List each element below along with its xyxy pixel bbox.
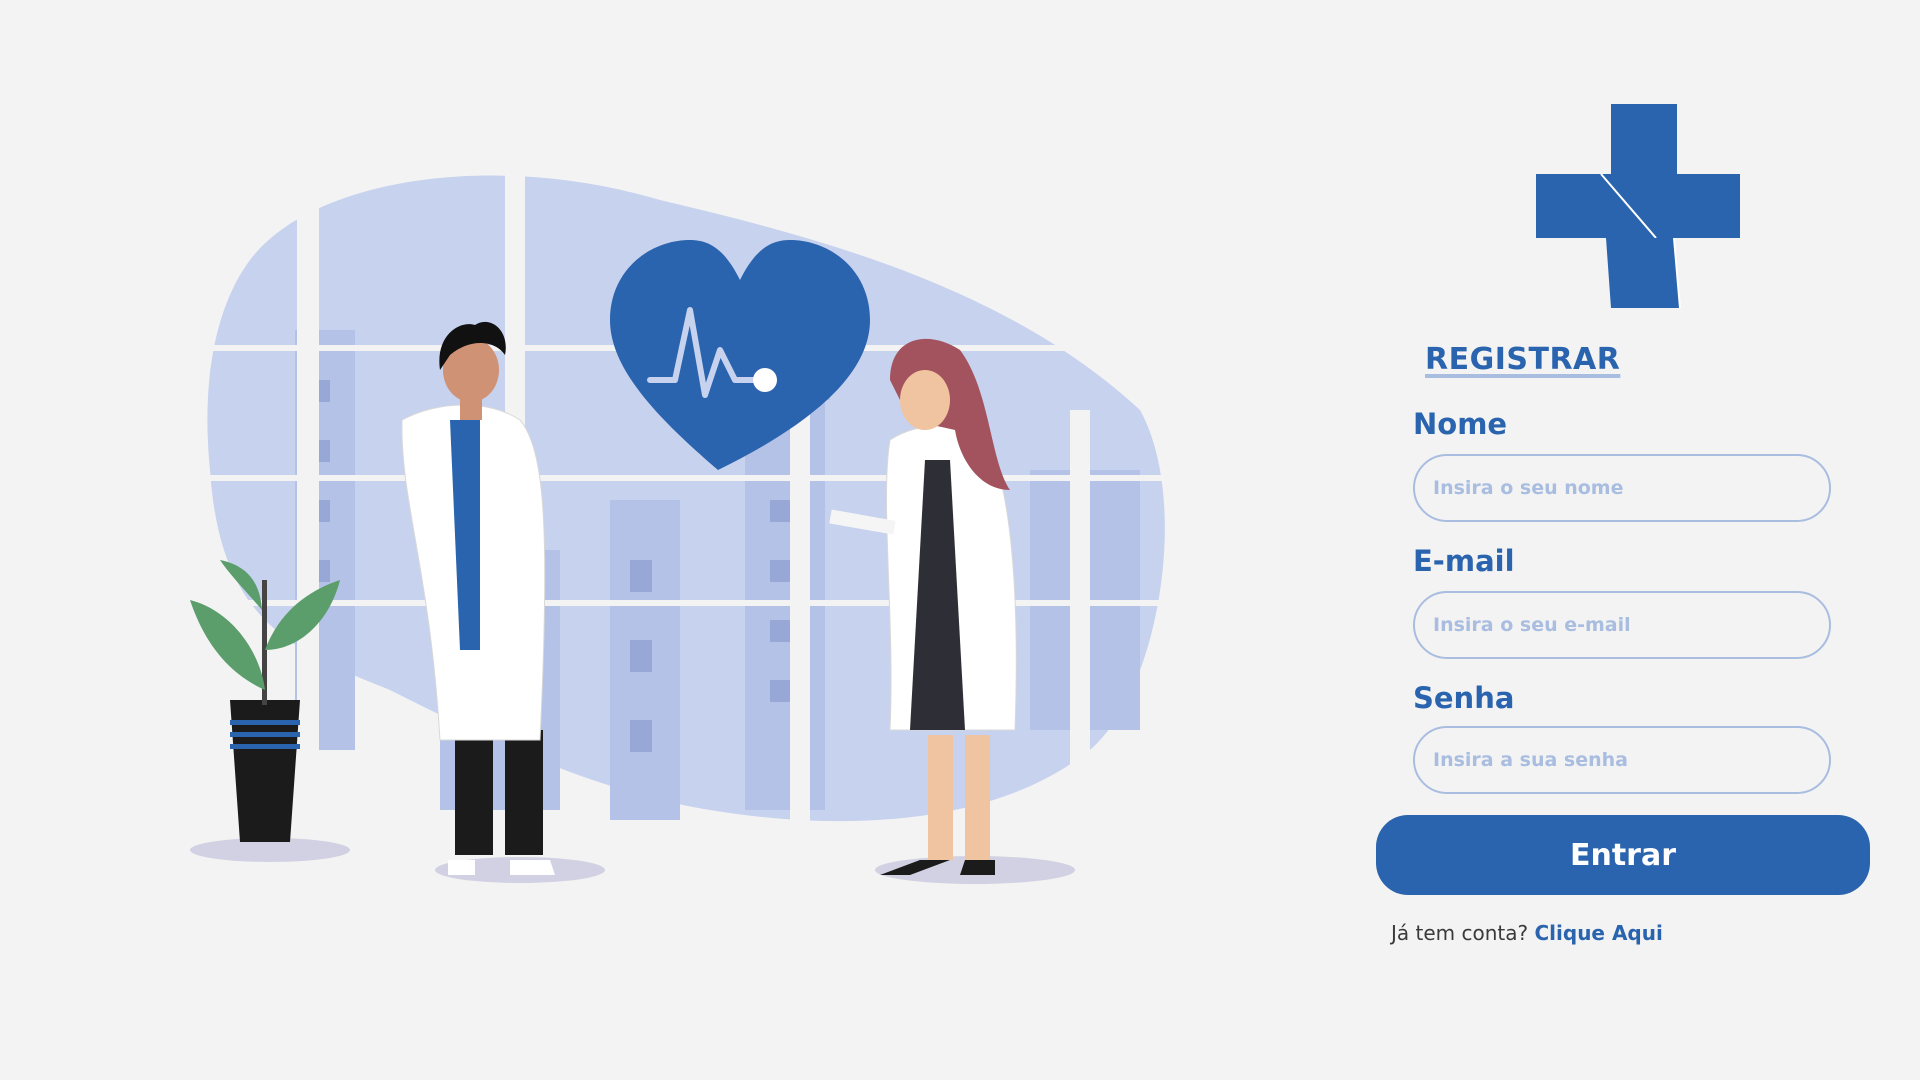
email-field[interactable] bbox=[1413, 591, 1831, 659]
submit-button[interactable]: Entrar bbox=[1376, 815, 1870, 895]
password-label: Senha bbox=[1413, 681, 1515, 715]
medical-cross-icon bbox=[1536, 104, 1740, 308]
password-field[interactable] bbox=[1413, 726, 1831, 794]
login-prompt: Já tem conta? Clique Aqui bbox=[1391, 921, 1663, 945]
login-prompt-text: Já tem conta? bbox=[1391, 921, 1529, 945]
login-link[interactable]: Clique Aqui bbox=[1534, 921, 1662, 945]
email-label: E-mail bbox=[1413, 544, 1515, 578]
register-heading: REGISTRAR bbox=[1425, 342, 1621, 377]
doctors-illustration bbox=[190, 170, 1170, 884]
name-field[interactable] bbox=[1413, 454, 1831, 522]
name-label: Nome bbox=[1413, 407, 1508, 441]
